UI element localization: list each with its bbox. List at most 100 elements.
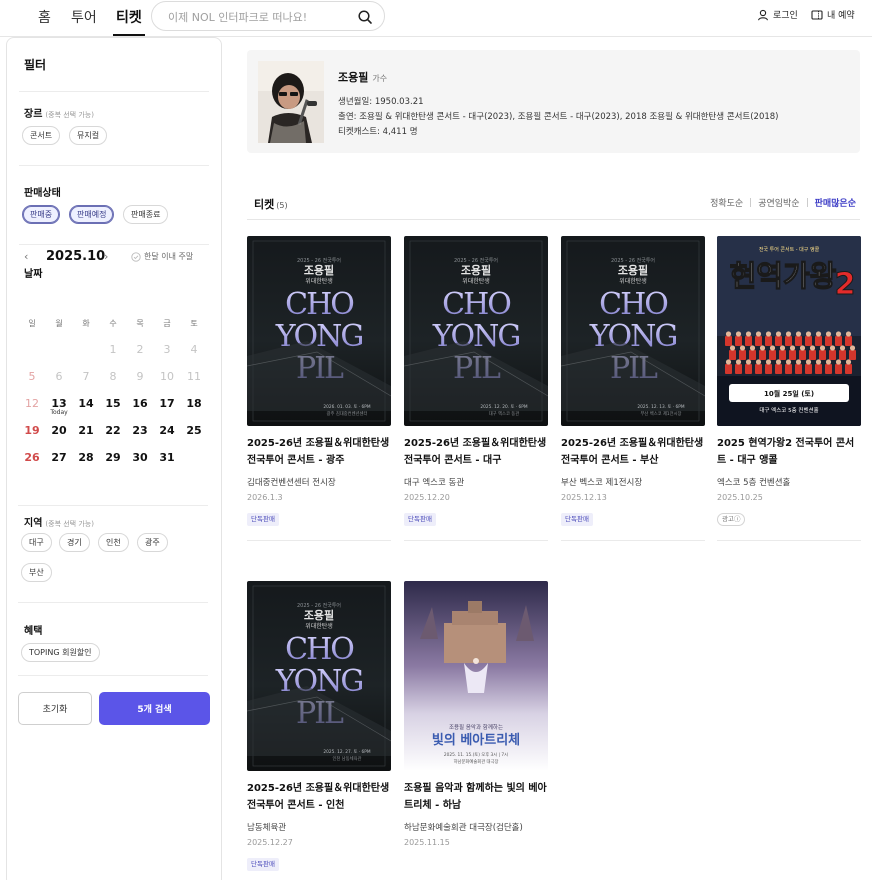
genre-section-title: 장르 (중복 선택 가능) — [24, 105, 94, 120]
sort-options: 정확도순 공연임박순 판매많은순 — [710, 196, 856, 209]
poster-venue: 하남문화예술회관 대극장 — [454, 758, 499, 765]
poster-artist: 조용필 — [618, 263, 648, 277]
divider — [18, 602, 208, 603]
active-tab-indicator — [113, 34, 145, 36]
poster-headline: 빛의 베아트리체 — [432, 732, 520, 748]
tab-ticket[interactable]: 티켓 — [116, 7, 142, 27]
ticket-venue: 대구 엑스코 동관 — [404, 478, 465, 488]
calendar-day[interactable]: 22 — [100, 424, 126, 437]
login-link[interactable]: 로그인 — [757, 8, 798, 21]
calendar-weekday: 토 — [190, 319, 198, 328]
calendar-next-icon[interactable]: › — [104, 250, 108, 263]
calendar-day: 3 — [163, 343, 171, 356]
reset-button[interactable]: 초기화 — [18, 692, 92, 725]
poster-cho: CHO — [442, 287, 510, 322]
card-divider — [561, 540, 705, 541]
calendar-day[interactable]: 24 — [154, 424, 180, 437]
ticket-poster[interactable]: 조용필 음악과 함께하는 빛의 베아트리체 2025. 11. 15.(토) 오… — [404, 581, 548, 771]
ticket-title[interactable]: 2025-26년 조용필＆위대한탄생 전국투어 콘서트 - 인천 — [247, 780, 391, 814]
ticket-date: 2025.12.27 — [247, 838, 293, 847]
calendar-day[interactable]: 26 — [19, 451, 45, 464]
calendar-day[interactable]: 16 — [127, 397, 153, 410]
search-submit-button[interactable]: 5개 검색 — [99, 692, 210, 725]
chip-benefit-toping[interactable]: TOPING 회원할인 — [21, 643, 100, 662]
calendar-day[interactable]: 21 — [73, 424, 99, 437]
sort-accuracy[interactable]: 정확도순 — [710, 196, 743, 209]
calendar-day[interactable]: 27 — [46, 451, 72, 464]
ticket-date: 2025.12.20 — [404, 493, 450, 502]
calendar-day: 7 — [82, 370, 90, 383]
poster-venue: 광주 김대중컨벤션센터 — [327, 410, 368, 417]
chip-region-incheon[interactable]: 인천 — [98, 533, 129, 552]
ticket-poster[interactable]: 2025 - 26 전국투어 조용필 위대한탄생 CHO YONG PIL 20… — [561, 236, 705, 426]
ticket-date: 2026.1.3 — [247, 493, 283, 502]
search-input[interactable] — [168, 8, 348, 26]
poster-artist: 조용필 — [461, 263, 491, 277]
chip-region-gwangju[interactable]: 광주 — [137, 533, 168, 552]
poster-date: 2026. 01. 03. 토 · 6PM — [323, 404, 370, 410]
poster-tour-line: 2025 - 26 전국투어 — [611, 257, 655, 264]
calendar-day[interactable]: 28 — [73, 451, 99, 464]
chip-status-ended[interactable]: 판매종료 — [123, 205, 169, 224]
calendar-day[interactable]: 20 — [46, 424, 72, 437]
calendar-day[interactable]: 30 — [127, 451, 153, 464]
calendar-day[interactable]: 19 — [19, 424, 45, 437]
poster-subtitle: 위대한탄생 — [305, 622, 333, 630]
calendar-day[interactable]: 17 — [154, 397, 180, 410]
calendar-day[interactable]: 15 — [100, 397, 126, 410]
sort-best-selling[interactable]: 판매많은순 — [815, 196, 856, 209]
poster-art: 2025 - 26 전국투어 조용필 위대한탄생 CHO YONG PIL 20… — [247, 236, 391, 426]
poster-tour-line: 2025 - 26 전국투어 — [454, 257, 498, 264]
calendar-day[interactable]: 14 — [73, 397, 99, 410]
poster-date: 2025. 12. 13. 토 · 6PM — [637, 404, 684, 410]
poster-cho: CHO — [285, 287, 353, 322]
exclusive-badge: 단독판매 — [561, 513, 593, 526]
calendar-weekday: 수 — [109, 319, 117, 328]
divider — [19, 165, 209, 166]
artist-card[interactable]: 조용필 가수 생년월일: 1950.03.21 출연: 조용필 & 위대한탄생 콘… — [247, 50, 860, 153]
search-icon[interactable] — [357, 9, 373, 25]
sale-status-title: 판매상태 — [24, 188, 61, 199]
poster-art: 조용필 음악과 함께하는 빛의 베아트리체 2025. 11. 15.(토) 오… — [404, 581, 548, 771]
calendar-day[interactable]: 31 — [154, 451, 180, 464]
chip-region-gyeonggi[interactable]: 경기 — [59, 533, 90, 552]
poster-art: 2025 - 26 전국투어 조용필 위대한탄생 CHO YONG PIL 20… — [404, 236, 548, 426]
ticket-poster[interactable]: 전국 투어 콘서트 - 대구 앵콜 현역가왕 2 10월 25일 (토) 대구 … — [717, 236, 861, 426]
ticket-date: 2025.11.15 — [404, 838, 450, 847]
chip-genre-musical[interactable]: 뮤지컬 — [69, 126, 108, 145]
tab-home[interactable]: 홈 — [38, 7, 51, 27]
my-booking-link[interactable]: 내 예약 — [811, 8, 855, 21]
artist-role: 가수 — [372, 74, 388, 83]
calendar-day[interactable]: 18 — [181, 397, 207, 410]
sort-imminent[interactable]: 공연임박순 — [758, 196, 799, 209]
calendar-day: 5 — [28, 370, 36, 383]
chip-genre-concert[interactable]: 콘서트 — [22, 126, 61, 145]
weekend-toggle[interactable]: 한달 이내 주말 — [131, 251, 193, 262]
ticket-title[interactable]: 조용필 음악과 함께하는 빛의 베아트리체 - 하남 — [404, 780, 548, 814]
ticket-title[interactable]: 2025-26년 조용필＆위대한탄생 전국투어 콘서트 - 부산 — [561, 435, 705, 469]
artist-ticketcast: 티켓캐스트: 4,411 명 — [338, 127, 418, 137]
weekend-toggle-label: 한달 이내 주말 — [144, 252, 194, 261]
poster-subtitle: 위대한탄생 — [619, 277, 647, 285]
search-bar[interactable] — [151, 1, 385, 31]
ticket-poster[interactable]: 2025 - 26 전국투어 조용필 위대한탄생 CHO YONG PIL 20… — [247, 581, 391, 771]
calendar-day[interactable]: 23 — [127, 424, 153, 437]
calendar-prev-icon[interactable]: ‹ — [24, 250, 28, 263]
ticket-poster[interactable]: 2025 - 26 전국투어 조용필 위대한탄생 CHO YONG PIL 20… — [247, 236, 391, 426]
tab-tour[interactable]: 투어 — [71, 7, 97, 27]
calendar-day[interactable]: 29 — [100, 451, 126, 464]
chip-region-busan[interactable]: 부산 — [21, 563, 52, 582]
poster-venue: 부산 벡스코 제1전시장 — [640, 410, 681, 417]
poster-artist: 조용필 — [304, 263, 334, 277]
chip-region-daegu[interactable]: 대구 — [21, 533, 52, 552]
check-circle-icon — [131, 251, 141, 262]
chip-status-on-sale[interactable]: 판매중 — [22, 205, 61, 224]
ticket-date: 2025.12.13 — [561, 493, 607, 502]
poster-art: 전국 투어 콘서트 - 대구 앵콜 현역가왕 2 10월 25일 (토) 대구 … — [717, 236, 861, 426]
ticket-poster[interactable]: 2025 - 26 전국투어 조용필 위대한탄생 CHO YONG PIL 20… — [404, 236, 548, 426]
calendar-day[interactable]: 25 — [181, 424, 207, 437]
ticket-title[interactable]: 2025-26년 조용필＆위대한탄생 전국투어 콘서트 - 광주 — [247, 435, 391, 469]
chip-status-upcoming[interactable]: 판매예정 — [69, 205, 115, 224]
ticket-title[interactable]: 2025 현역가왕2 전국투어 콘서트 - 대구 앵콜 — [717, 435, 861, 469]
ticket-title[interactable]: 2025-26년 조용필＆위대한탄생 전국투어 콘서트 - 대구 — [404, 435, 548, 469]
